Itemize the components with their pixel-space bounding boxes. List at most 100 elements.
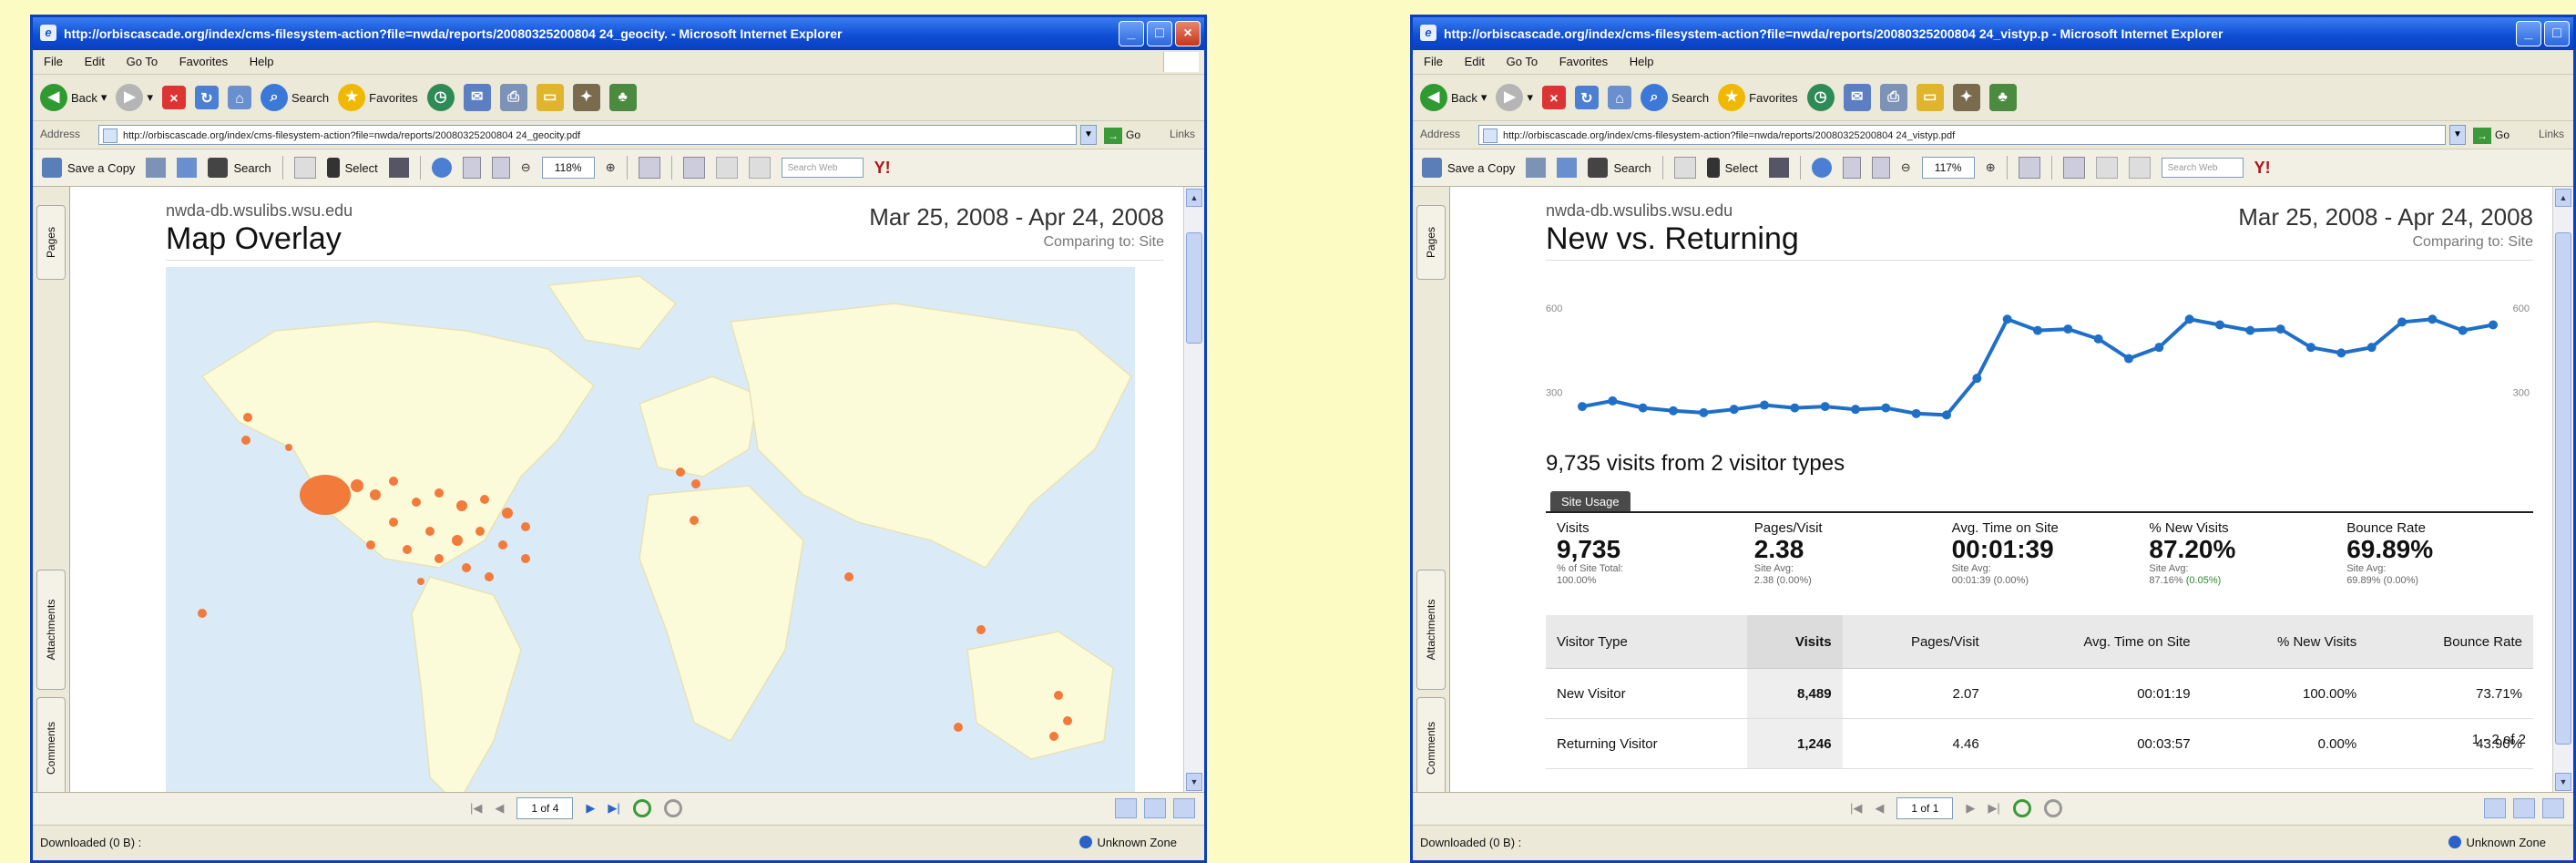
scroll-down-icon[interactable]: ▼ <box>2555 773 2571 791</box>
stop-icon[interactable]: × <box>161 86 186 109</box>
page-layout-icon[interactable] <box>2018 157 2040 179</box>
go-back-view-icon[interactable] <box>632 799 651 817</box>
print-icon[interactable]: ⎙ <box>499 84 527 111</box>
fit-width-icon[interactable] <box>1871 157 1890 179</box>
mail-icon[interactable]: ✉ <box>463 84 491 111</box>
hand-tool-icon[interactable] <box>293 157 316 179</box>
extra-tool-icon[interactable]: ♣ <box>608 84 637 111</box>
continuous-page-icon[interactable] <box>2513 798 2535 818</box>
tab-attachments[interactable]: Attachments <box>36 570 66 690</box>
snapshot-icon[interactable] <box>1768 158 1789 178</box>
go-button[interactable]: → Go <box>2472 125 2510 145</box>
address-input[interactable]: http://orbiscascade.org/index/cms-filesy… <box>98 125 1077 145</box>
pdf-search-button[interactable]: Search <box>208 158 271 178</box>
zoom-out-icon[interactable]: ⊖ <box>1901 160 1911 175</box>
save-copy-button[interactable]: Save a Copy <box>42 158 135 178</box>
links-button[interactable]: Links <box>1170 128 1195 140</box>
zoom-out-icon[interactable]: ⊖ <box>521 160 531 175</box>
signature-icon[interactable] <box>2095 157 2118 179</box>
vertical-scrollbar[interactable]: ▲ ▼ <box>1183 187 1204 793</box>
menu-go-to[interactable]: Go To <box>1507 55 1538 68</box>
prev-page-icon[interactable]: ◀ <box>495 801 504 816</box>
visitor-type-link[interactable]: New Visitor <box>1546 668 1747 719</box>
tab-comments[interactable]: Comments <box>36 697 66 799</box>
zoom-plus-icon[interactable]: ⊕ <box>1986 160 1996 175</box>
home-icon[interactable]: ⌂ <box>1607 86 1631 109</box>
print-pdf-icon[interactable] <box>1526 158 1547 178</box>
yahoo-icon[interactable]: Y! <box>2254 159 2271 178</box>
minimize-button[interactable]: _ <box>1119 21 1144 46</box>
zoom-in-icon[interactable] <box>1811 158 1832 178</box>
visitor-type-link[interactable]: Returning Visitor <box>1546 718 1747 769</box>
scroll-up-icon[interactable]: ▲ <box>2555 189 2571 207</box>
messenger-icon[interactable]: ✦ <box>572 84 600 111</box>
tab-attachments[interactable]: Attachments <box>1416 570 1446 690</box>
zoom-plus-icon[interactable]: ⊕ <box>606 160 616 175</box>
menu-help[interactable]: Help <box>1630 55 1654 68</box>
history-icon[interactable]: ◷ <box>1806 84 1835 111</box>
last-page-icon[interactable]: ▶| <box>608 801 619 816</box>
pdf-search-button[interactable]: Search <box>1588 158 1651 178</box>
scroll-thumb[interactable] <box>2555 232 2571 745</box>
home-icon[interactable]: ⌂ <box>227 86 251 109</box>
menu-file[interactable]: File <box>44 55 63 68</box>
maximize-button[interactable]: □ <box>1147 21 1172 46</box>
messenger-icon[interactable]: ✦ <box>1952 84 1980 111</box>
extra-tool-icon[interactable]: ♣ <box>1988 84 2017 111</box>
address-input[interactable]: http://orbiscascade.org/index/cms-filesy… <box>1478 125 2446 145</box>
col-new-visits[interactable]: % New Visits <box>2201 615 2368 669</box>
last-page-icon[interactable]: ▶| <box>1988 801 1999 816</box>
close-button[interactable]: × <box>1175 21 1201 46</box>
menu-help[interactable]: Help <box>250 55 274 68</box>
single-page-icon[interactable] <box>1115 798 1137 818</box>
menu-edit[interactable]: Edit <box>1465 55 1485 68</box>
yahoo-icon[interactable]: Y! <box>874 159 891 178</box>
menu-favorites[interactable]: Favorites <box>179 55 228 68</box>
snapshot-icon[interactable] <box>388 158 409 178</box>
select-tool-button[interactable]: Select <box>326 158 378 178</box>
minimize-button[interactable]: _ <box>2516 21 2541 46</box>
history-icon[interactable]: ◷ <box>426 84 455 111</box>
tab-comments[interactable]: Comments <box>1416 697 1446 799</box>
address-dropdown-icon[interactable]: ▼ <box>1080 125 1097 145</box>
menu-go-to[interactable]: Go To <box>127 55 158 68</box>
actual-size-icon[interactable] <box>462 157 481 179</box>
print-pdf-icon[interactable] <box>146 158 167 178</box>
search-button[interactable]: ⌕ Search <box>260 84 329 111</box>
col-pages-per-visit[interactable]: Pages/Visit <box>1842 615 1990 669</box>
next-page-icon[interactable]: ▶ <box>1966 801 1975 816</box>
menu-edit[interactable]: Edit <box>85 55 105 68</box>
col-bounce-rate[interactable]: Bounce Rate <box>2367 615 2533 669</box>
page-number-field[interactable]: 1 of 4 <box>516 797 574 819</box>
scroll-thumb[interactable] <box>1186 232 1202 344</box>
menu-favorites[interactable]: Favorites <box>1559 55 1608 68</box>
tab-site-usage[interactable]: Site Usage <box>1550 491 1630 512</box>
continuous-page-icon[interactable] <box>1144 798 1166 818</box>
actual-size-icon[interactable] <box>1842 157 1861 179</box>
go-forward-view-icon[interactable] <box>663 799 682 817</box>
back-button[interactable]: ◀ Back ▾ <box>1420 84 1487 111</box>
scroll-down-icon[interactable]: ▼ <box>1186 773 1202 791</box>
page-layout-icon[interactable] <box>638 157 660 179</box>
email-pdf-icon[interactable] <box>177 158 198 178</box>
zoom-level-field[interactable]: 117% <box>1921 157 1975 179</box>
forward-button[interactable]: ▶ ▾ <box>116 84 153 111</box>
maximize-button[interactable]: □ <box>2544 21 2570 46</box>
favorites-button[interactable]: ★ Favorites <box>338 84 418 111</box>
single-page-icon[interactable] <box>2484 798 2506 818</box>
zoom-in-icon[interactable] <box>431 158 452 178</box>
search-button[interactable]: ⌕ Search <box>1640 84 1709 111</box>
go-back-view-icon[interactable] <box>2012 799 2031 817</box>
address-dropdown-icon[interactable]: ▼ <box>2449 125 2466 145</box>
favorites-button[interactable]: ★ Favorites <box>1718 84 1798 111</box>
review-icon[interactable] <box>748 157 771 179</box>
menu-file[interactable]: File <box>1424 55 1443 68</box>
page-number-field[interactable]: 1 of 1 <box>1896 797 1954 819</box>
col-visits[interactable]: Visits <box>1746 615 1843 669</box>
review-icon[interactable] <box>2128 157 2151 179</box>
prev-page-icon[interactable]: ◀ <box>1875 801 1884 816</box>
refresh-icon[interactable]: ↻ <box>1574 86 1599 109</box>
hand-tool-icon[interactable] <box>1673 157 1696 179</box>
back-button[interactable]: ◀ Back ▾ <box>40 84 107 111</box>
tab-pages[interactable]: Pages <box>1416 205 1446 280</box>
